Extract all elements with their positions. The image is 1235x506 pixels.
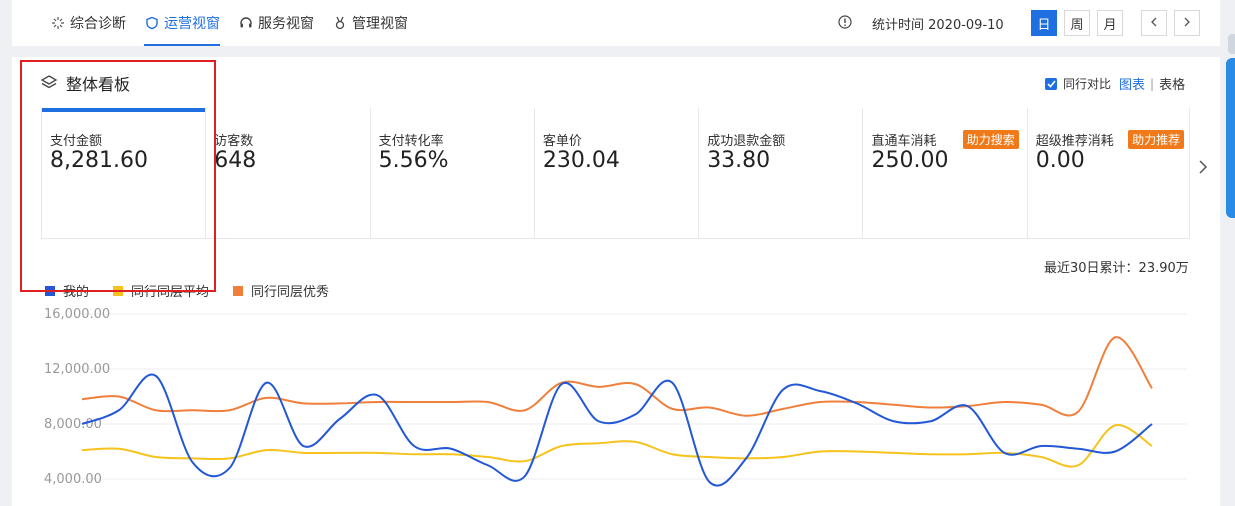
y-tick-label: 8,000.00 xyxy=(44,417,102,432)
metric-card[interactable]: 支付转化率5.56%较前1日45.98%较上周同期22.07% xyxy=(371,108,535,238)
metric-label: 访客数 xyxy=(214,134,254,149)
compare-label: 较前1日 xyxy=(214,237,258,238)
medal-icon xyxy=(332,15,348,31)
compare-controls: 同行对比 图表 | 表格 xyxy=(1045,74,1185,93)
trend-chart: 16,000.00 12,000.00 8,000.00 4,000.00 xyxy=(44,307,1187,487)
side-panel-tab[interactable] xyxy=(1226,58,1235,218)
board-title: 整体看板 xyxy=(40,71,130,95)
metric-card[interactable]: 成功退款金额33.80较前1日-较上周同期70.61% xyxy=(699,108,864,238)
metric-badge[interactable]: 助力搜索 xyxy=(962,130,1019,149)
metric-compare-row: 较前1日8.76% xyxy=(543,237,692,238)
metric-value: 33.80 xyxy=(707,148,771,173)
tab-operations-label: 运营视窗 xyxy=(164,16,220,32)
compare-label: 较前1日 xyxy=(379,237,423,238)
metric-card[interactable]: 访客数648较前1日14.96%较上周同期18.08% xyxy=(206,108,371,238)
layers-icon xyxy=(40,75,58,91)
y-tick-label: 16,000.00 xyxy=(44,307,110,322)
metric-label: 客单价 xyxy=(542,134,582,149)
prev-button[interactable] xyxy=(1141,10,1167,36)
metric-card[interactable]: 支付金额8,281.60较前1日35.01%较上周同期0.79% xyxy=(42,108,207,238)
tab-management-label: 管理视窗 xyxy=(352,16,408,32)
compare-label: 同行对比 xyxy=(1063,77,1112,91)
compare-label: 较前1日 xyxy=(543,237,587,238)
metric-label: 成功退款金额 xyxy=(707,134,786,149)
metric-label: 直通车消耗 xyxy=(871,134,937,149)
headset-icon xyxy=(238,15,254,31)
compare-label: 较前1日 xyxy=(707,237,751,238)
board-title-text: 整体看板 xyxy=(66,75,131,94)
tab-diagnosis-label: 综合诊断 xyxy=(70,16,126,32)
info-icon[interactable] xyxy=(838,14,852,33)
metric-compare-row: 较前1日- xyxy=(1036,237,1186,238)
metric-label: 超级推荐消耗 xyxy=(1035,134,1114,149)
series-line-excellent[interactable] xyxy=(81,336,1153,417)
thirty-day-total: 最近30日累计：23.90万 xyxy=(1044,261,1189,276)
metric-value: 648 xyxy=(214,148,257,173)
metric-compare-row: 较前1日35.01% xyxy=(50,237,199,238)
chevron-right-icon[interactable] xyxy=(1198,159,1208,179)
stat-time: 统计时间 2020-09-10 xyxy=(872,18,1004,33)
tab-service-label: 服务视窗 xyxy=(258,16,314,32)
series-line-mine[interactable] xyxy=(81,373,1153,487)
compare-label: 较前1日 xyxy=(50,237,94,238)
chevron-right-icon xyxy=(1183,16,1191,31)
tab-diagnosis[interactable]: 综合诊断 xyxy=(50,13,126,33)
metric-value: 8,281.60 xyxy=(50,148,148,173)
metric-card[interactable]: 客单价230.04较前1日8.76%较上周同期0.79% xyxy=(535,108,700,238)
next-button[interactable] xyxy=(1174,10,1200,36)
metric-compare-row: 较前1日14.96% xyxy=(214,237,363,238)
metric-label: 支付金额 xyxy=(50,134,103,149)
series-line-avg[interactable] xyxy=(81,424,1153,468)
metric-compare-row: 较前1日0.00% xyxy=(871,237,1020,238)
overview-board: 整体看板 同行对比 图表 | 表格 支付金额8,281.60 较前1日35.01%… xyxy=(12,57,1220,506)
top-nav: 综合诊断 运营视窗 服务视窗 管理视窗 统计时间 2020-09-10 日 周 … xyxy=(12,0,1220,46)
metric-value: 230.04 xyxy=(542,148,620,173)
y-tick-label: 4,000.00 xyxy=(44,472,102,487)
metric-value: 0.00 xyxy=(1035,148,1085,173)
period-month-button[interactable]: 月 xyxy=(1097,10,1123,36)
legend-swatch xyxy=(113,285,124,296)
tab-operations[interactable]: 运营视窗 xyxy=(144,13,220,46)
period-day-button[interactable]: 日 xyxy=(1031,10,1057,36)
metric-compare-row: 较前1日45.98% xyxy=(379,237,528,238)
legend-swatch xyxy=(45,285,55,296)
metrics-row: 支付金额8,281.60较前1日35.01%较上周同期0.79%访客数648较前… xyxy=(41,108,1190,239)
metric-value: 5.56% xyxy=(378,148,449,173)
sparkle-icon xyxy=(50,15,66,31)
compare-label: 较前1日 xyxy=(1036,237,1080,238)
chart-view-link[interactable]: 图表 xyxy=(1119,74,1145,93)
metric-badge[interactable]: 助力推荐 xyxy=(1128,130,1185,149)
y-tick-label: 12,000.00 xyxy=(44,362,110,377)
metric-card[interactable]: 直通车消耗助力搜索250.00较前1日0.00%较上周同期34.92% xyxy=(863,108,1028,238)
tab-service[interactable]: 服务视窗 xyxy=(238,13,314,33)
metric-compare-row: 较前1日- xyxy=(707,237,856,238)
metric-card[interactable]: 超级推荐消耗助力推荐0.00较前1日-较上周同期- xyxy=(1028,108,1189,238)
metric-value: 250.00 xyxy=(871,148,949,173)
chevron-left-icon xyxy=(1150,16,1158,31)
metric-label: 支付转化率 xyxy=(378,134,444,149)
legend-swatch xyxy=(233,285,244,296)
compare-label: 较前1日 xyxy=(871,237,915,238)
period-week-button[interactable]: 周 xyxy=(1064,10,1090,36)
shield-icon xyxy=(144,15,160,31)
tab-management[interactable]: 管理视窗 xyxy=(332,13,408,33)
view-divider: | xyxy=(1150,76,1155,91)
table-view-link[interactable]: 表格 xyxy=(1159,74,1185,93)
compare-checkbox[interactable] xyxy=(1045,77,1057,90)
side-handle[interactable] xyxy=(1228,34,1235,54)
